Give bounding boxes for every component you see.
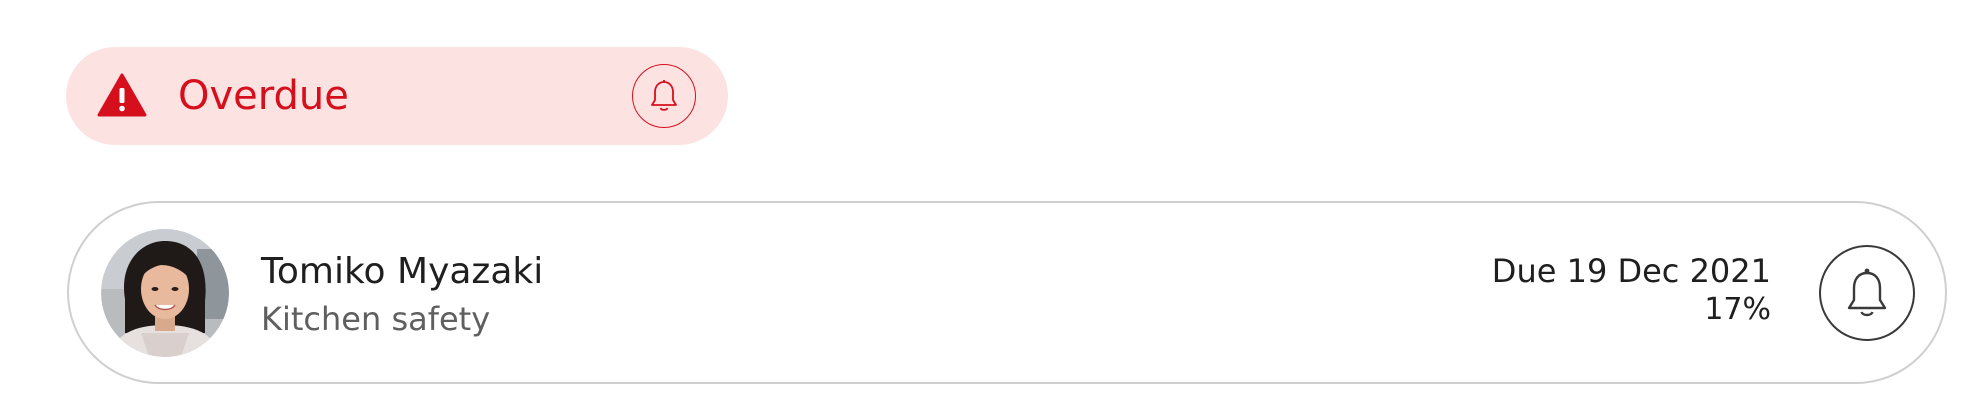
bell-icon [1847, 268, 1887, 317]
warning-triangle-icon [97, 73, 147, 117]
progress-percent: 17% [1704, 292, 1771, 327]
send-reminder-button[interactable] [1819, 245, 1915, 341]
due-info: Due 19 Dec 2021 17% [1492, 251, 1771, 329]
due-date: Due 19 Dec 2021 [1491, 252, 1771, 290]
course-name: Kitchen safety [261, 300, 491, 338]
assignment-card[interactable]: Tomiko Myazaki Kitchen safety Due 19 Dec… [67, 201, 1947, 384]
person-name: Tomiko Myazaki [261, 251, 544, 292]
avatar [101, 229, 229, 357]
bell-icon [651, 80, 677, 111]
overdue-label: Overdue [178, 73, 349, 119]
overdue-status-banner: Overdue [66, 47, 728, 145]
overdue-reminder-button[interactable] [632, 64, 696, 128]
